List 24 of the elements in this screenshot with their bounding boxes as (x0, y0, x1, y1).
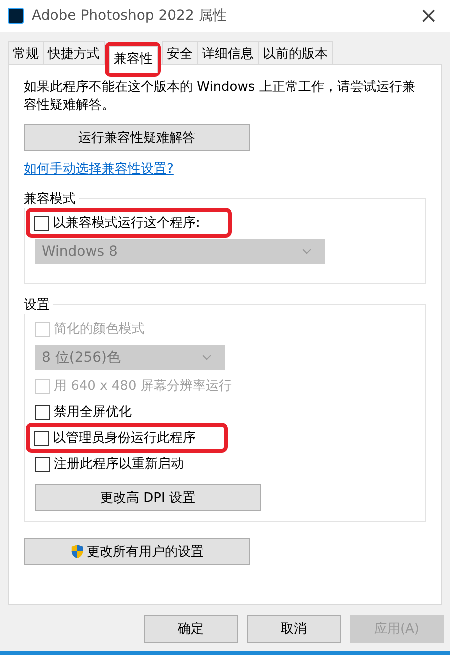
checkbox[interactable]: 禁用全屏优化 (35, 402, 132, 422)
intro-text: 如果此程序不能在这个版本的 Windows 上正常工作，请尝试运行兼容性疑难解答。 (24, 79, 416, 115)
tab[interactable]: 常规 (8, 41, 44, 64)
close-button[interactable]: × (416, 4, 442, 28)
dropdown: 8 位(256)色 (35, 345, 225, 370)
window-title: Adobe Photoshop 2022 属性 (32, 7, 228, 25)
group-label: 兼容模式 (24, 190, 79, 208)
checkbox[interactable]: 注册此程序以重新启动 (35, 454, 184, 474)
dpi-settings-button[interactable]: 更改高 DPI 设置 (35, 484, 261, 511)
dialog-button[interactable]: 确定 (144, 615, 238, 643)
all-users-button[interactable]: 更改所有用户的设置 (24, 538, 250, 565)
dropdown: Windows 8 (35, 239, 325, 264)
tab[interactable]: 兼容性 (109, 46, 158, 73)
checkbox[interactable]: 以管理员身份运行此程序 (34, 428, 196, 448)
troubleshoot-button[interactable]: 运行兼容性疑难解答 (24, 124, 250, 151)
group-label: 设置 (24, 296, 53, 314)
tab[interactable]: 以前的版本 (258, 41, 333, 64)
tab[interactable]: 快捷方式 (43, 41, 105, 64)
app-icon (8, 8, 24, 24)
dialog-button[interactable]: 取消 (247, 615, 341, 643)
help-link[interactable]: 如何手动选择兼容性设置? (24, 160, 174, 178)
tab[interactable]: 安全 (162, 41, 198, 64)
shield-icon (70, 544, 85, 559)
checkbox[interactable]: 以兼容模式运行这个程序: (34, 213, 200, 233)
